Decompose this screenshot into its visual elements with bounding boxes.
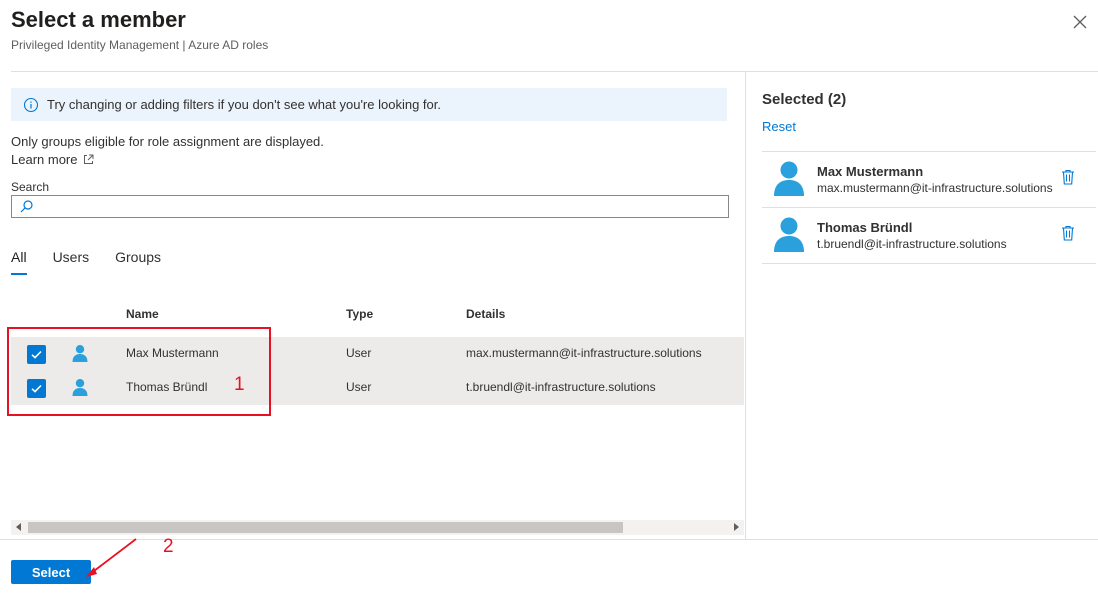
close-button[interactable] [1070, 12, 1090, 32]
selected-item-name: Max Mustermann [817, 164, 924, 179]
scrollbar-thumb[interactable] [28, 522, 623, 533]
horizontal-scrollbar[interactable] [11, 520, 744, 535]
row-type: User [346, 380, 372, 394]
search-box [11, 195, 729, 218]
row-type: User [346, 346, 372, 360]
reset-link[interactable]: Reset [762, 119, 796, 134]
row-details: t.bruendl@it-infrastructure.solutions [466, 380, 656, 394]
search-input[interactable] [39, 199, 728, 214]
annotation-highlight-box [7, 327, 271, 416]
learn-more-label: Learn more [11, 152, 78, 167]
selected-item: Thomas Bründl t.bruendl@it-infrastructur… [762, 207, 1096, 263]
info-bar-text: Try changing or adding filters if you do… [47, 97, 441, 112]
eligibility-note: Only groups eligible for role assignment… [11, 134, 324, 149]
user-icon [774, 217, 804, 252]
page-title: Select a member [11, 7, 186, 32]
select-button[interactable]: Select [11, 560, 91, 584]
annotation-marker-1: 1 [234, 374, 245, 395]
panel-divider [745, 71, 746, 539]
info-bar: Try changing or adding filters if you do… [11, 88, 727, 121]
learn-more-link[interactable]: Learn more [11, 152, 94, 167]
header-divider [11, 71, 1098, 72]
selected-item-name: Thomas Bründl [817, 220, 913, 235]
filter-tabs: All Users Groups [11, 249, 187, 275]
selected-list-divider [762, 263, 1096, 264]
info-icon [23, 97, 39, 112]
annotation-marker-2: 2 [163, 536, 174, 557]
search-label: Search [11, 180, 50, 194]
column-header-details[interactable]: Details [466, 307, 505, 321]
scroll-right-icon[interactable] [734, 523, 739, 531]
selected-item-email: t.bruendl@it-infrastructure.solutions [817, 237, 1007, 251]
user-icon [774, 161, 804, 196]
scroll-left-icon[interactable] [16, 523, 21, 531]
tab-all[interactable]: All [11, 249, 27, 275]
selected-item-email: max.mustermann@it-infrastructure.solutio… [817, 181, 1053, 195]
trash-icon[interactable] [1061, 169, 1075, 185]
tab-groups[interactable]: Groups [115, 249, 161, 275]
tab-users[interactable]: Users [53, 249, 90, 275]
column-header-type[interactable]: Type [346, 307, 373, 321]
trash-icon[interactable] [1061, 225, 1075, 241]
close-icon [1073, 15, 1087, 29]
page-subtitle: Privileged Identity Management | Azure A… [11, 38, 269, 52]
selected-item: Max Mustermann max.mustermann@it-infrast… [762, 151, 1096, 207]
row-details: max.mustermann@it-infrastructure.solutio… [466, 346, 702, 360]
external-link-icon [84, 154, 94, 164]
search-icon [20, 200, 33, 213]
column-header-name[interactable]: Name [126, 307, 159, 321]
selected-title: Selected (2) [762, 91, 847, 108]
